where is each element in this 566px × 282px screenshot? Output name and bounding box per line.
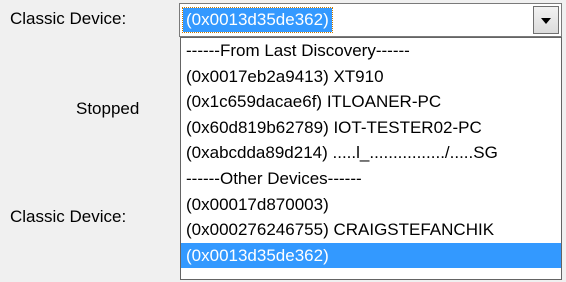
list-item[interactable]: (0x0017eb2a9413) XT910 xyxy=(181,64,561,90)
list-item[interactable]: (0x1c659dacae6f) ITLOANER-PC xyxy=(181,89,561,115)
combobox-selected-value: (0x0013d35de362) xyxy=(182,7,333,33)
list-item-selected[interactable]: (0x0013d35de362) xyxy=(181,242,561,269)
list-item[interactable]: (0xabcdda89d214) .....l_................… xyxy=(181,140,561,166)
list-item-header-other-devices: ------Other Devices------ xyxy=(186,168,362,188)
classic-device-label: Classic Device: xyxy=(10,9,127,28)
list-item-header-last-discovery: ------From Last Discovery------ xyxy=(186,41,410,60)
chevron-down-icon xyxy=(541,18,551,24)
list-item[interactable]: (0x60d819b62789) IOT-TESTER02-PC xyxy=(181,115,561,141)
device-dropdown-list[interactable]: ------From Last Discovery------ (0x0017e… xyxy=(180,37,562,280)
status-label: Stopped xyxy=(76,99,140,118)
dropdown-button[interactable] xyxy=(533,6,559,34)
list-item[interactable]: (0x000276246755) CRAIGSTEFANCHIK xyxy=(181,217,561,243)
classic-device-combobox[interactable]: (0x0013d35de362) xyxy=(179,3,562,37)
classic-device-label-secondary: Classic Device: xyxy=(10,207,127,226)
list-item[interactable]: (0x00017d870003) xyxy=(181,192,561,218)
